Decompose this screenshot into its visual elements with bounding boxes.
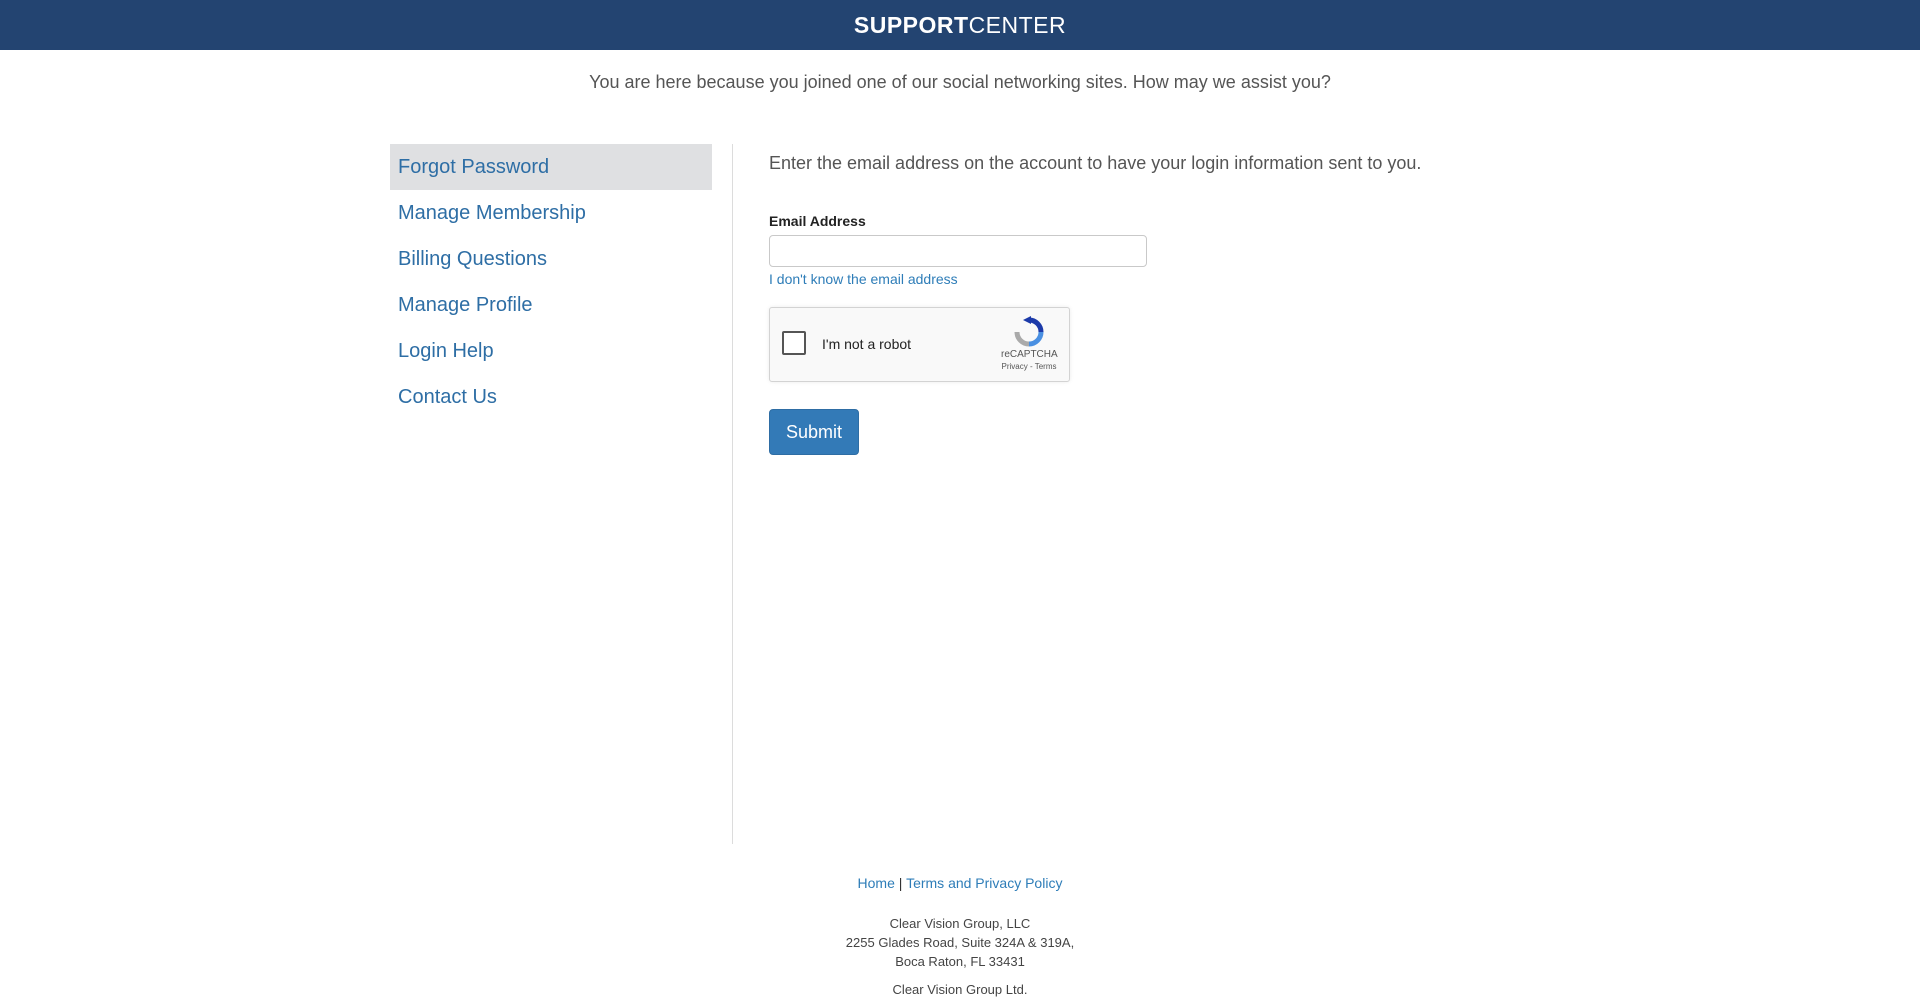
sidebar-item-manage-membership[interactable]: Manage Membership <box>390 190 712 236</box>
footer-terms-link[interactable]: Terms and Privacy Policy <box>906 875 1062 891</box>
recaptcha-privacy-link[interactable]: Privacy <box>1002 362 1028 371</box>
footer-company-2: Clear Vision Group Ltd. <box>892 982 1028 997</box>
logo-light-text: CENTER <box>968 11 1067 38</box>
email-label: Email Address <box>769 213 866 229</box>
submit-button[interactable]: Submit <box>769 409 859 455</box>
footer-company-1: Clear Vision Group, LLC <box>889 916 1031 931</box>
intro-text: You are here because you joined one of o… <box>589 72 1331 92</box>
recaptcha-links: Privacy - Terms <box>1001 362 1057 371</box>
footer-address-1: 2255 Glades Road, Suite 324A & 319A, <box>845 935 1075 950</box>
footer-links: Home | Terms and Privacy Policy <box>0 875 1920 891</box>
logo-bold-text: SUPPORT <box>853 11 969 38</box>
recaptcha-separator: - <box>1029 362 1033 371</box>
support-center-logo[interactable]: SUPPORTCENTER <box>854 12 1066 39</box>
unknown-email-link[interactable]: I don't know the email address <box>769 271 958 287</box>
sidebar-item-forgot-password[interactable]: Forgot Password <box>390 144 712 190</box>
form-instructions: Enter the email address on the account t… <box>769 153 1422 173</box>
sidebar-item-login-help[interactable]: Login Help <box>390 328 712 374</box>
recaptcha-widget: I'm not a robot reCAPTCHA Privacy - Term… <box>769 307 1070 382</box>
recaptcha-terms-link[interactable]: Terms <box>1035 362 1057 371</box>
recaptcha-brand: reCAPTCHA <box>1001 349 1058 360</box>
sidebar-nav: Forgot Password Manage Membership Billin… <box>390 144 712 420</box>
recaptcha-logo: reCAPTCHA Privacy - Terms <box>1001 316 1058 371</box>
footer-separator: | <box>898 875 903 891</box>
recaptcha-checkbox[interactable] <box>782 331 806 355</box>
recaptcha-label: I'm not a robot <box>822 336 912 352</box>
sidebar-item-manage-profile[interactable]: Manage Profile <box>390 282 712 328</box>
vertical-divider <box>732 144 733 844</box>
footer-home-link[interactable]: Home <box>858 875 895 891</box>
sidebar-item-contact-us[interactable]: Contact Us <box>390 374 712 420</box>
recaptcha-icon <box>1014 316 1044 347</box>
top-header-bar: SUPPORTCENTER <box>0 0 1920 50</box>
footer-city-1: Boca Raton, FL 33431 <box>895 954 1025 969</box>
sidebar-item-billing-questions[interactable]: Billing Questions <box>390 236 712 282</box>
email-field[interactable] <box>769 235 1147 267</box>
forgot-password-form: Enter the email address on the account t… <box>769 144 1569 455</box>
